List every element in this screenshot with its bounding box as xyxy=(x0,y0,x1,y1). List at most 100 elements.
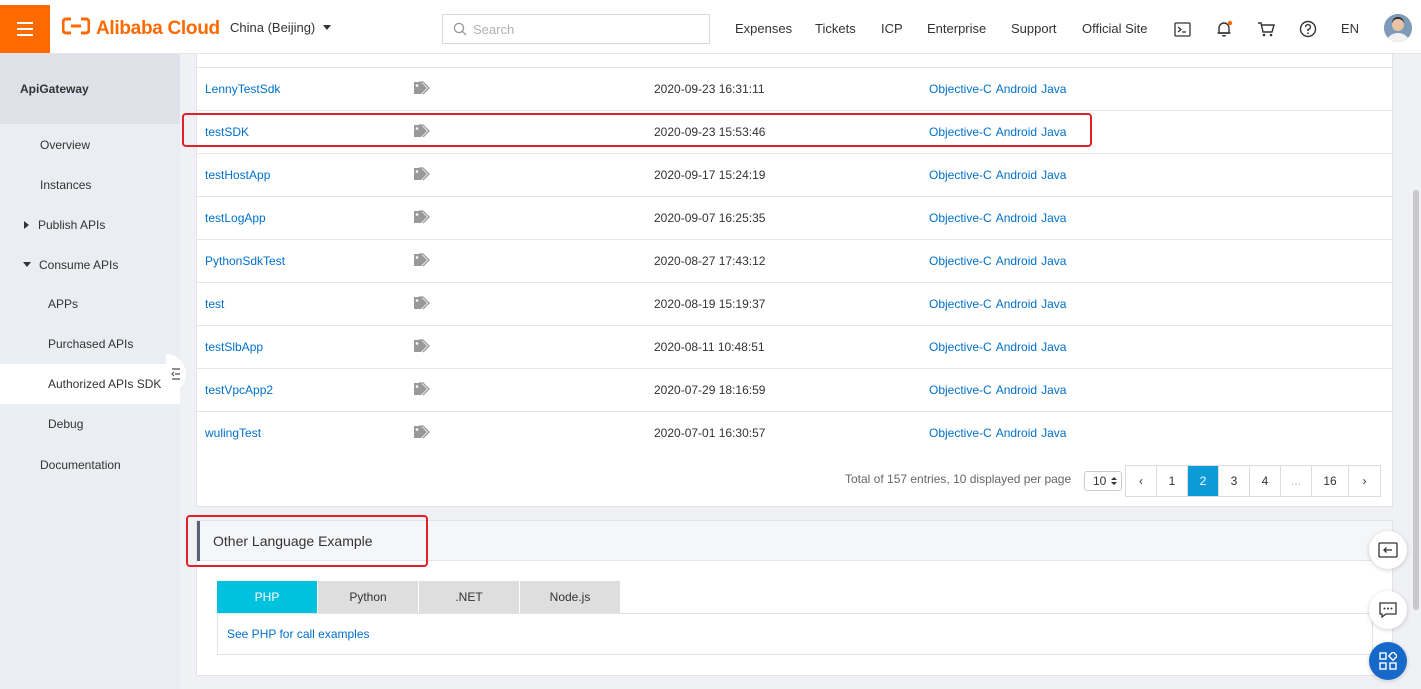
caret-down-icon xyxy=(23,262,31,267)
sdk-download-links: Objective-C Android Java xyxy=(929,168,1070,182)
sdk-link-objectivec[interactable]: Objective-C xyxy=(929,340,992,354)
sdk-link-objectivec[interactable]: Objective-C xyxy=(929,82,992,96)
tag-icon[interactable] xyxy=(413,81,431,98)
app-name-link[interactable]: wulingTest xyxy=(205,426,261,440)
page-size-select[interactable]: 10 xyxy=(1084,471,1122,491)
app-name-link[interactable]: PythonSdkTest xyxy=(205,254,285,268)
avatar[interactable] xyxy=(1384,14,1412,42)
created-time: 2020-09-07 16:25:35 xyxy=(654,211,766,225)
tag-icon[interactable] xyxy=(413,210,431,227)
sdk-link-java[interactable]: Java xyxy=(1041,211,1066,225)
app-name-link[interactable]: testHostApp xyxy=(205,168,270,182)
sdk-link-java[interactable]: Java xyxy=(1041,340,1066,354)
sidebar-item-documentation[interactable]: Documentation xyxy=(40,458,121,472)
help-icon[interactable] xyxy=(1299,20,1317,38)
created-time: 2020-07-29 18:16:59 xyxy=(654,383,766,397)
tag-icon[interactable] xyxy=(413,382,431,399)
sdk-link-java[interactable]: Java xyxy=(1041,426,1066,440)
sdk-link-android[interactable]: Android xyxy=(996,340,1037,354)
sdk-link-objectivec[interactable]: Objective-C xyxy=(929,383,992,397)
sidebar-item-overview[interactable]: Overview xyxy=(40,138,90,152)
sdk-link-android[interactable]: Android xyxy=(996,426,1037,440)
language-switch[interactable]: EN xyxy=(1341,21,1359,36)
sdk-link-android[interactable]: Android xyxy=(996,168,1037,182)
sdk-link-android[interactable]: Android xyxy=(996,383,1037,397)
apps-grid-icon[interactable] xyxy=(1369,642,1407,680)
sdk-link-java[interactable]: Java xyxy=(1041,254,1066,268)
tag-icon[interactable] xyxy=(413,425,431,442)
tag-icon[interactable] xyxy=(413,339,431,356)
tag-icon[interactable] xyxy=(413,167,431,184)
app-name-link[interactable]: test xyxy=(205,297,224,311)
sdk-link-objectivec[interactable]: Objective-C xyxy=(929,254,992,268)
sdk-link-objectivec[interactable]: Objective-C xyxy=(929,297,992,311)
sdk-link-android[interactable]: Android xyxy=(996,82,1037,96)
page-button-2[interactable]: 2 xyxy=(1188,466,1219,496)
sdk-link-android[interactable]: Android xyxy=(996,211,1037,225)
tab-content: See PHP for call examples xyxy=(217,613,1373,655)
sdk-download-links: Objective-C Android Java xyxy=(929,426,1070,440)
sdk-link-java[interactable]: Java xyxy=(1041,383,1066,397)
page-button-1[interactable]: 1 xyxy=(1157,466,1188,496)
sidebar-item-apps[interactable]: APPs xyxy=(48,297,78,311)
sidebar-item-publish-apis[interactable]: Publish APIs xyxy=(24,218,105,232)
php-example-link[interactable]: See PHP for call examples xyxy=(227,627,370,641)
tab-dotnet[interactable]: .NET xyxy=(419,581,519,613)
page-button-4[interactable]: 4 xyxy=(1250,466,1281,496)
scrollbar-thumb[interactable] xyxy=(1413,190,1419,610)
sdk-download-links: Objective-C Android Java xyxy=(929,340,1070,354)
region-selector[interactable]: China (Beijing) xyxy=(230,20,332,35)
prev-page-button[interactable]: ‹ xyxy=(1126,466,1157,496)
sdk-link-objectivec[interactable]: Objective-C xyxy=(929,211,992,225)
highlight-box-language-title xyxy=(186,515,428,567)
terminal-icon[interactable] xyxy=(1173,20,1191,38)
collapse-sidebar-icon[interactable] xyxy=(166,354,186,394)
app-name-link[interactable]: testVpcApp2 xyxy=(205,383,273,397)
app-name-link[interactable]: testSlbApp xyxy=(205,340,263,354)
sdk-link-objectivec[interactable]: Objective-C xyxy=(929,426,992,440)
tab-php[interactable]: PHP xyxy=(217,581,317,613)
next-page-button[interactable]: › xyxy=(1349,466,1380,496)
menu-icon[interactable] xyxy=(0,5,50,53)
sdk-link-objectivec[interactable]: Objective-C xyxy=(929,168,992,182)
language-tabs: PHP Python .NET Node.js xyxy=(217,581,621,613)
app-name-link[interactable]: LennyTestSdk xyxy=(205,82,280,96)
nav-tickets[interactable]: Tickets xyxy=(815,21,856,36)
page-button-3[interactable]: 3 xyxy=(1219,466,1250,496)
pagination: ‹ 1 2 3 4 ... 16 › xyxy=(1125,465,1381,497)
cart-icon[interactable] xyxy=(1257,20,1275,38)
sdk-link-java[interactable]: Java xyxy=(1041,82,1066,96)
main-content: LennyTestSdk 2020-09-23 16:31:11 Objective… xyxy=(196,54,1393,689)
sdk-link-java[interactable]: Java xyxy=(1041,297,1066,311)
sidebar-title: ApiGateway xyxy=(0,54,180,124)
nav-expenses[interactable]: Expenses xyxy=(735,21,792,36)
sidebar-item-debug[interactable]: Debug xyxy=(48,417,83,431)
sidebar-item-label: Consume APIs xyxy=(39,258,119,272)
search-box[interactable] xyxy=(442,14,710,44)
sidebar-item-consume-apis[interactable]: Consume APIs xyxy=(23,258,118,272)
sdk-link-android[interactable]: Android xyxy=(996,254,1037,268)
sdk-link-java[interactable]: Java xyxy=(1041,168,1066,182)
table-row: LennyTestSdk 2020-09-23 16:31:11 Objective… xyxy=(197,67,1392,110)
app-name-link[interactable]: testLogApp xyxy=(205,211,266,225)
sidebar-item-instances[interactable]: Instances xyxy=(40,178,91,192)
tag-icon[interactable] xyxy=(413,296,431,313)
tag-icon[interactable] xyxy=(413,253,431,270)
nav-official-site[interactable]: Official Site xyxy=(1082,21,1148,36)
alibaba-cloud-logo[interactable]: Alibaba Cloud xyxy=(61,16,220,42)
nav-enterprise[interactable]: Enterprise xyxy=(927,21,986,36)
sidebar-item-authorized-apis-sdk[interactable]: Authorized APIs SDK xyxy=(0,364,180,404)
tab-nodejs[interactable]: Node.js xyxy=(520,581,620,613)
page-button-16[interactable]: 16 xyxy=(1312,466,1349,496)
table-row: testVpcApp2 2020-07-29 18:16:59 Objective-… xyxy=(197,368,1392,411)
sdk-link-android[interactable]: Android xyxy=(996,297,1037,311)
search-input[interactable] xyxy=(473,21,693,37)
tab-python[interactable]: Python xyxy=(318,581,418,613)
chat-icon[interactable] xyxy=(1369,591,1407,629)
nav-icp[interactable]: ICP xyxy=(881,21,903,36)
bell-icon[interactable] xyxy=(1215,20,1233,38)
sidebar-item-purchased-apis[interactable]: Purchased APIs xyxy=(48,337,133,351)
highlight-box-testsdk-row xyxy=(182,113,1092,147)
nav-support[interactable]: Support xyxy=(1011,21,1057,36)
feedback-icon[interactable] xyxy=(1369,531,1407,569)
